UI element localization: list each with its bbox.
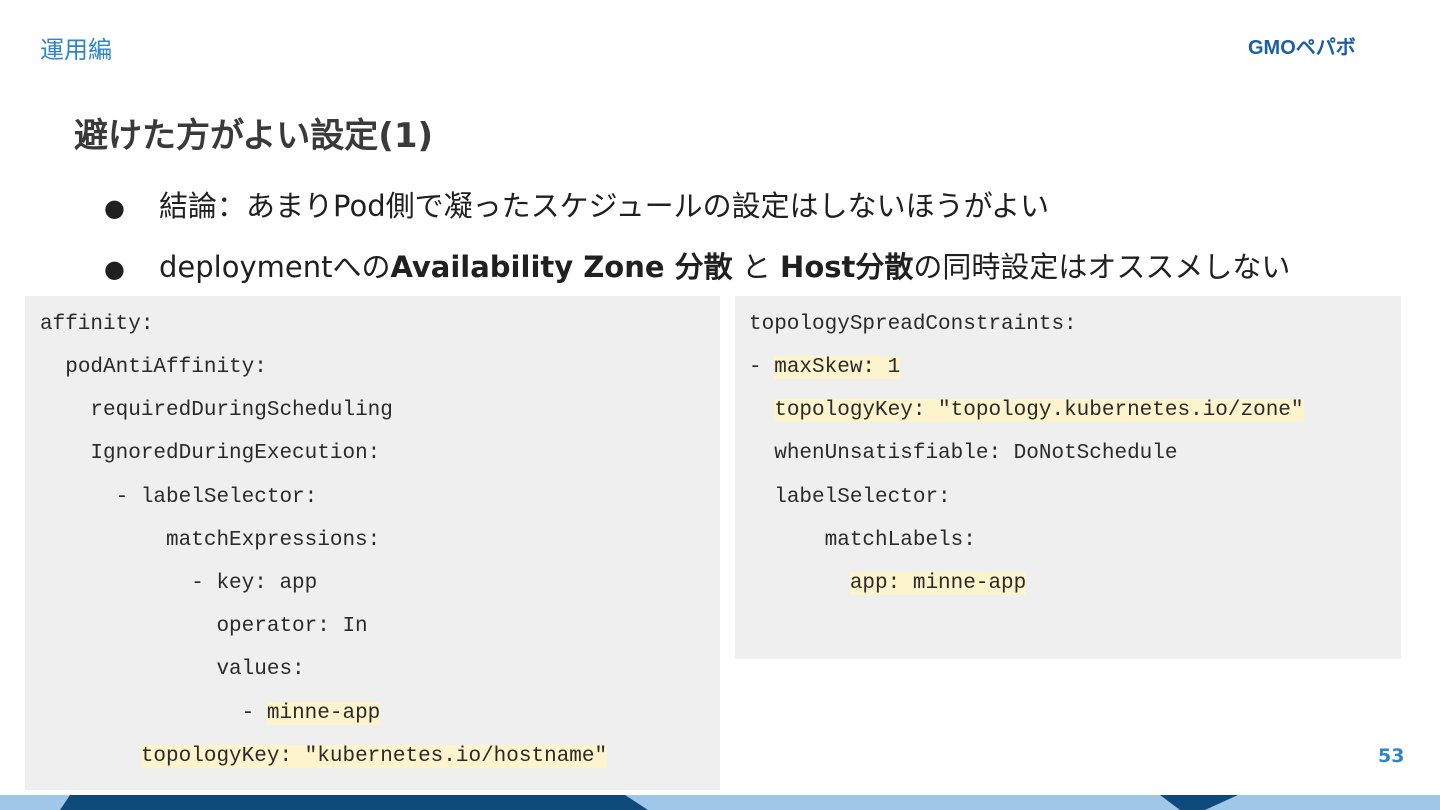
code-line: whenUnsatisfiable: DoNotSchedule xyxy=(774,442,1178,465)
code-line: values: xyxy=(216,658,305,681)
code-line: affinity: xyxy=(40,313,154,336)
bullet-text-prefix: deploymentへの xyxy=(159,250,391,284)
bullet-marker: ● xyxy=(104,194,125,222)
code-line: labelSelector: xyxy=(774,486,951,509)
bullet-marker: ● xyxy=(104,255,125,283)
code-line: requiredDuringScheduling xyxy=(90,399,393,422)
bullet-text-middle: と xyxy=(732,250,781,284)
code-line: - minne-app xyxy=(241,702,381,725)
logo-text: GMOペパボ xyxy=(1248,36,1356,58)
bullet-text-suffix: の同時設定はオススメしない xyxy=(913,250,1291,284)
code-line: operator: In xyxy=(216,615,368,638)
highlighted-code: maxSkew: 1 xyxy=(774,356,901,379)
highlighted-code: minne-app xyxy=(266,702,381,725)
page-number: 53 xyxy=(1378,745,1405,767)
highlighted-code: topologyKey: "topology.kubernetes.io/zon… xyxy=(774,399,1304,422)
code-line: IgnoredDuringExecution: xyxy=(90,442,381,465)
footer-decoration xyxy=(60,795,1238,810)
highlighted-code: app: minne-app xyxy=(849,572,1027,595)
code-line: topologySpreadConstraints: xyxy=(749,313,1077,336)
slide-title: 避けた方がよい設定(1) xyxy=(74,116,434,156)
footer-band xyxy=(0,795,1440,810)
code-line: podAntiAffinity: xyxy=(65,356,267,379)
code-line: - key: app xyxy=(191,572,318,595)
code-line: - maxSkew: 1 xyxy=(749,356,901,379)
code-line: matchExpressions: xyxy=(166,529,381,552)
code-block-topology-spread: topologySpreadConstraints: - maxSkew: 1 … xyxy=(735,296,1401,659)
bullet-text: 結論：あまりPod側で凝ったスケジュールの設定はしないほうがよい xyxy=(159,189,1050,223)
bullet-bold-host: Host分散 xyxy=(780,250,914,284)
bullet-recommendation: ● deploymentへのAvailability Zone 分散 と Host… xyxy=(104,244,1290,286)
code-line: topologyKey: "topology.kubernetes.io/zon… xyxy=(749,397,1304,425)
highlighted-code: topologyKey: "kubernetes.io/hostname" xyxy=(140,745,608,768)
code-line: topologyKey: "kubernetes.io/hostname" xyxy=(40,743,608,771)
bullet-conclusion: ● 結論：あまりPod側で凝ったスケジュールの設定はしないほうがよい xyxy=(104,183,1049,225)
company-logo: GMOペパボ xyxy=(1248,36,1356,58)
code-line: - labelSelector: xyxy=(115,486,318,509)
code-line: matchLabels: xyxy=(824,529,976,552)
code-line: app: minne-app xyxy=(749,570,1027,598)
code-block-affinity: affinity: podAntiAffinity: requiredDurin… xyxy=(25,296,720,790)
bullet-bold-az: Availability Zone 分散 xyxy=(390,250,733,284)
section-label: 運用編 xyxy=(40,36,112,64)
